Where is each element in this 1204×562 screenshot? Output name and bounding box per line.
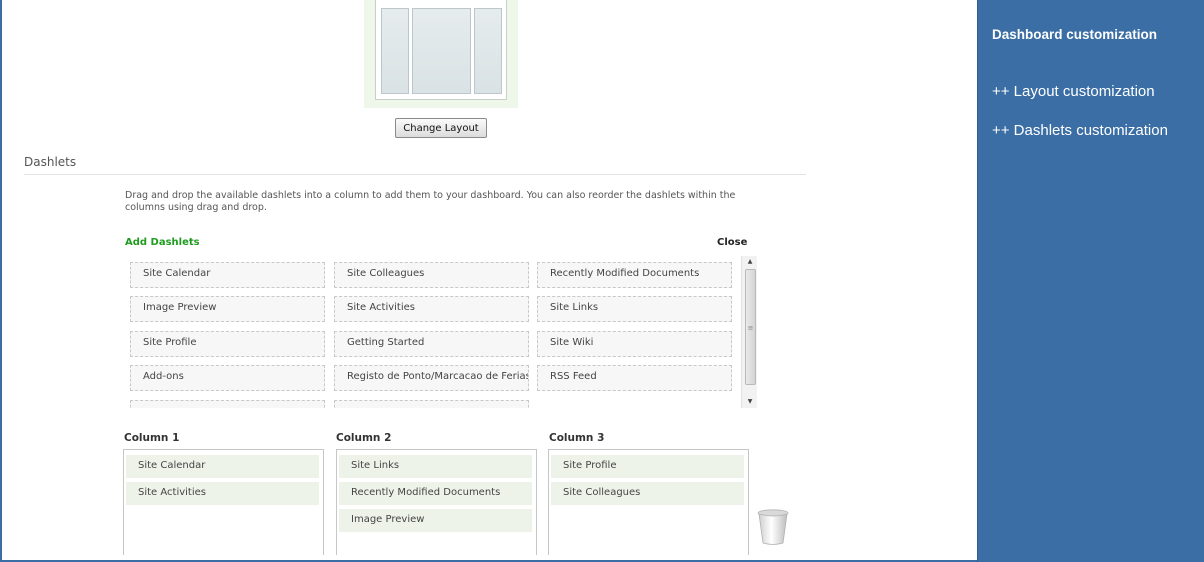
available-dashlet[interactable]: Recently Modified Documents [537, 262, 732, 288]
side-panel-title: Dashboard customization [992, 27, 1158, 42]
scroll-up-arrow-icon[interactable]: ▲ [742, 256, 758, 268]
layout-preview [364, 0, 518, 108]
add-dashlets-heading: Add Dashlets [125, 237, 200, 248]
change-layout-button[interactable]: Change Layout [395, 118, 487, 138]
scroll-down-arrow-icon[interactable]: ▼ [742, 396, 758, 408]
layout-column-wide-center [412, 8, 471, 94]
column-dashlet[interactable]: Site Profile [551, 455, 744, 478]
column-dashlet[interactable]: Site Activities [126, 482, 319, 505]
available-dashlet[interactable]: Registo de Ponto/Marcacao de Ferias [334, 365, 529, 391]
column-dashlet[interactable]: Recently Modified Documents [339, 482, 532, 505]
available-dashlet[interactable]: Site Colleagues [334, 262, 529, 288]
available-dashlets-list: Site Calendar Site Colleagues Recently M… [128, 258, 738, 408]
column-dashlet[interactable]: Site Calendar [126, 455, 319, 478]
column-dashlet[interactable]: Site Colleagues [551, 482, 744, 505]
available-dashlet[interactable]: Site Calendar [130, 262, 325, 288]
layout-customization-link[interactable]: ++ Layout customization [992, 83, 1155, 100]
scroll-thumb[interactable]: ≡ [745, 269, 756, 385]
available-dashlet[interactable]: Getting Started [334, 331, 529, 357]
available-dashlet-partial[interactable] [334, 400, 529, 408]
available-dashlet[interactable]: RSS Feed [537, 365, 732, 391]
column-dashlet[interactable]: Site Links [339, 455, 532, 478]
available-dashlet-partial[interactable] [130, 400, 325, 408]
available-dashlet[interactable]: Site Wiki [537, 331, 732, 357]
layout-column-narrow-left [381, 8, 409, 94]
column-3-title: Column 3 [549, 432, 605, 444]
close-link[interactable]: Close [717, 237, 747, 248]
column-dashlet[interactable]: Image Preview [339, 509, 532, 532]
column-1-title: Column 1 [124, 432, 180, 444]
available-dashlet[interactable]: Add-ons [130, 365, 325, 391]
dashlets-scrollbar[interactable]: ▲ ≡ ▼ [741, 256, 757, 408]
side-panel: Dashboard customization ++ Layout custom… [977, 0, 1204, 562]
section-divider [24, 174, 806, 175]
available-dashlet[interactable]: Site Links [537, 296, 732, 322]
dashlets-section-title: Dashlets [24, 155, 77, 169]
layout-column-narrow-right [474, 8, 502, 94]
dashlets-instructions: Drag and drop the available dashlets int… [125, 190, 736, 213]
dashlets-customization-link[interactable]: ++ Dashlets customization [992, 122, 1168, 139]
column-2-dropzone[interactable]: Site Links Recently Modified Documents I… [336, 449, 537, 555]
column-2-title: Column 2 [336, 432, 392, 444]
column-3-dropzone[interactable]: Site Profile Site Colleagues [548, 449, 749, 555]
column-1-dropzone[interactable]: Site Calendar Site Activities [123, 449, 324, 555]
layout-thumbnail [375, 0, 507, 100]
available-dashlet[interactable]: Site Profile [130, 331, 325, 357]
available-dashlet[interactable]: Site Activities [334, 296, 529, 322]
available-dashlet[interactable]: Image Preview [130, 296, 325, 322]
trash-bin-icon[interactable] [757, 509, 789, 545]
